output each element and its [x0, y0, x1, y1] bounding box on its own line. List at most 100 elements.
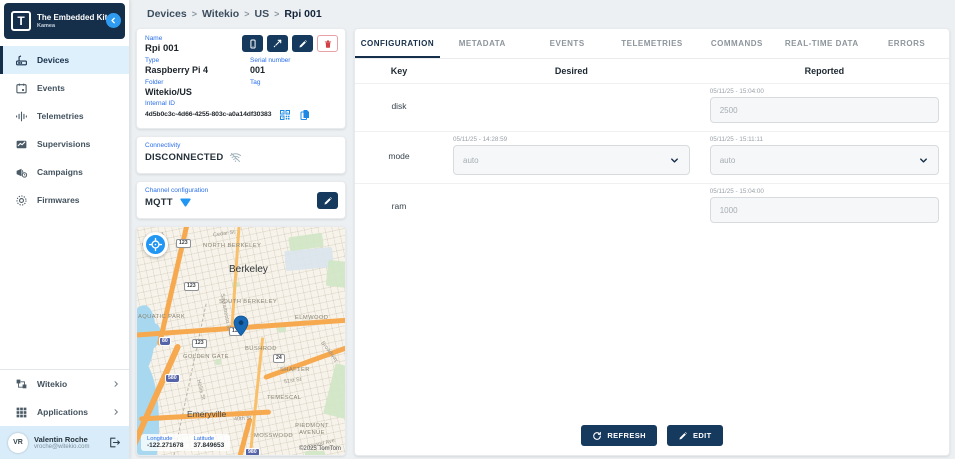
- user-section[interactable]: VR Valentin Roche vroche@witekio.com: [0, 426, 129, 459]
- tab-real-time-data[interactable]: REAL-TIME DATA: [779, 29, 864, 58]
- selected-value: auto: [463, 155, 479, 165]
- reported-disk-input[interactable]: [709, 97, 939, 123]
- reported-ram-input[interactable]: [709, 197, 939, 223]
- sidebar-item-firmwares[interactable]: Firmwares: [0, 186, 129, 214]
- device-edit-button[interactable]: [292, 35, 313, 52]
- folder-label: Folder: [145, 79, 164, 87]
- tab-telemetries[interactable]: TELEMETRIES: [610, 29, 695, 58]
- map-label: 40th St: [233, 415, 252, 423]
- trash-icon: [323, 39, 333, 49]
- edit-button[interactable]: EDIT: [666, 425, 723, 446]
- breadcrumb-separator: >: [191, 8, 197, 19]
- tab-metadata[interactable]: METADATA: [440, 29, 525, 58]
- chip-icon: [15, 194, 28, 207]
- main-area: Devices > Witekio > US > Rpi 001 Name Rp…: [131, 0, 955, 459]
- tab-commands[interactable]: COMMANDS: [694, 29, 779, 58]
- map-label: AQUATIC PARK: [138, 314, 186, 320]
- map-label: ELMWOOD: [295, 315, 329, 321]
- sidebar-item-applications[interactable]: Applications: [0, 398, 129, 426]
- qr-code-icon[interactable]: [279, 109, 291, 121]
- map-label: BUSHROD: [245, 346, 277, 352]
- logout-icon[interactable]: [108, 436, 121, 449]
- calendar-icon: [15, 82, 28, 95]
- desired-mode-select[interactable]: auto: [453, 145, 690, 175]
- sidebar-item-label: Firmwares: [37, 195, 80, 205]
- device-actions: [242, 35, 338, 52]
- sidebar-item-devices[interactable]: Devices: [0, 46, 129, 74]
- latitude-value: 37.849653: [193, 442, 225, 449]
- serial-label: Serial number: [250, 57, 291, 65]
- tab-errors[interactable]: ERRORS: [864, 29, 949, 58]
- refresh-button[interactable]: REFRESH: [581, 425, 657, 446]
- row-key: mode: [388, 150, 410, 161]
- map-label: Emeryville: [187, 409, 227, 419]
- sidebar-collapse-button[interactable]: [106, 13, 121, 28]
- sidebar-item-witekio[interactable]: Witekio: [0, 370, 129, 398]
- sidebar-item-campaigns[interactable]: Campaigns: [0, 158, 129, 186]
- map-copyright: ©2025 TomTom: [299, 446, 341, 452]
- route-shield: 980: [245, 448, 260, 455]
- internal-id-label: Internal ID: [145, 99, 175, 107]
- row-key: ram: [391, 200, 407, 211]
- user-name: Valentin Roche: [34, 434, 88, 444]
- locate-button[interactable]: [143, 232, 168, 257]
- breadcrumb-us[interactable]: US: [254, 8, 269, 20]
- sidebar-nav: Devices Events Telemetries Supervisions …: [0, 46, 129, 214]
- map-pin-icon: [233, 315, 249, 337]
- channel-edit-button[interactable]: [317, 192, 338, 209]
- sidebar-item-telemetries[interactable]: Telemetries: [0, 102, 129, 130]
- chevron-left-icon: [109, 16, 118, 25]
- device-delete-button[interactable]: [317, 35, 338, 52]
- desired-mode-cell: 05/11/25 - 14:28:59 auto: [443, 136, 700, 175]
- edit-label: EDIT: [692, 431, 712, 440]
- tag-label: Tag: [250, 79, 261, 87]
- map-label: SOUTH BERKELEY: [219, 299, 278, 305]
- connectivity-label: Connectivity: [145, 142, 181, 149]
- device-folder: Witekio/US: [145, 87, 192, 98]
- map-park: [325, 259, 345, 289]
- mqtt-logo-icon: [179, 196, 192, 209]
- map-label: Berkeley: [229, 264, 268, 275]
- reported-mode-cell: 05/11/25 - 15:11:11 auto: [700, 136, 949, 175]
- wifi-off-icon: [229, 151, 242, 164]
- device-summary-column: Name Rpi 001 Type Raspberry Pi 4 Serial …: [136, 28, 346, 456]
- device-shell-button[interactable]: [242, 35, 263, 52]
- device-tag: [250, 87, 337, 97]
- chevron-right-icon: [112, 380, 120, 388]
- sidebar-item-label: Supervisions: [37, 139, 91, 149]
- device-location-map[interactable]: Gilman St Cedar St NORTH BERKELEY Berkel…: [136, 226, 346, 456]
- desired-timestamp: 05/11/25 - 14:28:59: [453, 136, 508, 143]
- sidebar-item-label: Witekio: [37, 379, 68, 389]
- reported-timestamp: 05/11/25 - 15:04:00: [709, 188, 764, 195]
- device-serial: 001: [250, 65, 266, 76]
- waveform-icon: [15, 110, 28, 123]
- pencil-icon: [678, 431, 688, 441]
- reported-disk-cell: 05/11/25 - 15:04:00: [700, 88, 949, 123]
- refresh-label: REFRESH: [607, 431, 646, 440]
- map-label: SHAFTER: [280, 367, 310, 373]
- copy-icon[interactable]: [299, 109, 311, 121]
- sidebar-item-supervisions[interactable]: Supervisions: [0, 130, 129, 158]
- reported-mode-select[interactable]: auto: [709, 145, 939, 175]
- route-shield: 24: [273, 354, 285, 363]
- breadcrumb-witekio[interactable]: Witekio: [202, 8, 239, 20]
- pencil-icon: [298, 39, 308, 49]
- app-logo-icon: T: [11, 11, 31, 31]
- channel-label: Channel configuration: [145, 187, 209, 194]
- breadcrumb-separator: >: [244, 8, 250, 19]
- sidebar-item-events[interactable]: Events: [0, 74, 129, 102]
- org-icon: [15, 378, 28, 391]
- type-label: Type: [145, 57, 160, 65]
- transfer-arrows-icon: [272, 38, 283, 49]
- tab-events[interactable]: EVENTS: [525, 29, 610, 58]
- tab-configuration[interactable]: CONFIGURATION: [355, 29, 440, 58]
- sidebar-item-label: Applications: [37, 407, 89, 417]
- app-title: The Embedded Kit: [37, 13, 108, 22]
- breadcrumb-devices[interactable]: Devices: [147, 8, 187, 20]
- device-detail-panel: CONFIGURATION METADATA EVENTS TELEMETRIE…: [354, 28, 950, 456]
- device-move-button[interactable]: [267, 35, 288, 52]
- longitude-value: -122.271678: [147, 442, 184, 449]
- sidebar-item-label: Events: [37, 83, 65, 93]
- breadcrumb: Devices > Witekio > US > Rpi 001: [131, 0, 955, 27]
